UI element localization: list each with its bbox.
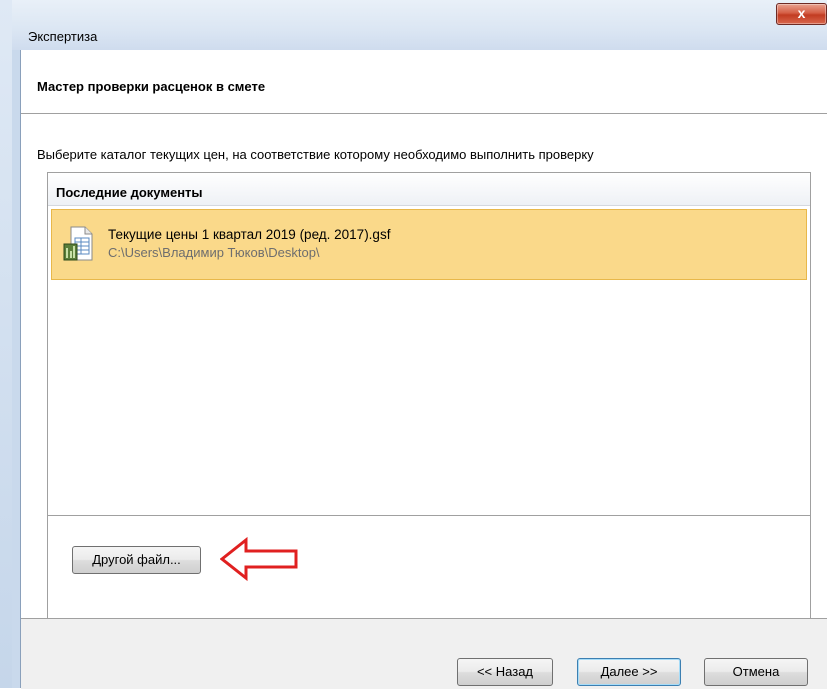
wizard-header: Мастер проверки расценок в смете — [21, 50, 827, 114]
dialog-client-area: Мастер проверки расценок в смете Выберит… — [20, 50, 827, 689]
list-header-label: Последние документы — [56, 185, 203, 200]
window-left-edge — [0, 0, 12, 688]
next-button[interactable]: Далее >> — [577, 658, 681, 686]
window-title: Экспертиза — [28, 29, 98, 44]
close-icon: x — [797, 5, 806, 21]
wizard-footer: << Назад Далее >> Отмена — [21, 618, 827, 689]
back-button[interactable]: << Назад — [457, 658, 553, 686]
recent-documents-list: Последние документы Текущие цены 1 кварт… — [47, 172, 811, 642]
dialog-window: Экспертиза x Мастер проверки расценок в … — [0, 0, 827, 689]
red-arrow-annotation-icon — [220, 536, 298, 582]
instruction-text: Выберите каталог текущих цен, на соответ… — [37, 147, 594, 162]
wizard-title: Мастер проверки расценок в смете — [37, 79, 266, 94]
document-path: C:\Users\Владимир Тюков\Desktop\ — [108, 245, 320, 260]
document-name: Текущие цены 1 квартал 2019 (ред. 2017).… — [108, 227, 391, 242]
list-item[interactable]: Текущие цены 1 квартал 2019 (ред. 2017).… — [51, 209, 807, 280]
spreadsheet-file-icon — [63, 226, 93, 261]
cancel-button[interactable]: Отмена — [704, 658, 808, 686]
close-button[interactable]: x — [776, 3, 827, 25]
other-file-button[interactable]: Другой файл... — [72, 546, 201, 574]
title-bar[interactable]: Экспертиза x — [12, 0, 827, 50]
list-header: Последние документы — [48, 173, 810, 206]
